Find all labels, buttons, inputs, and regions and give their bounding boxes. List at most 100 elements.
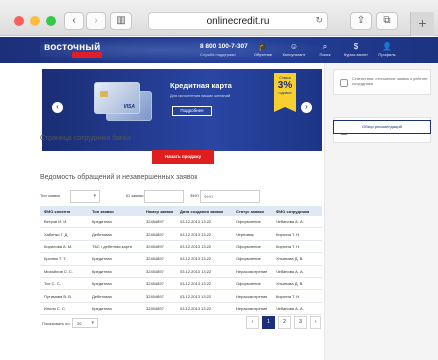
table-cell: 32454897	[146, 268, 164, 274]
start-sale-button[interactable]: Начать продажу	[152, 150, 214, 164]
share-icon: ⇪	[356, 15, 366, 26]
pagination-prev-button[interactable]: ‹	[246, 316, 259, 329]
table-cell: 32454897	[146, 219, 164, 225]
id-filter-input[interactable]	[144, 190, 184, 203]
page-title: Страница сотрудника банка	[40, 135, 131, 142]
per-page-select[interactable]: 20 ▾	[72, 318, 98, 328]
table-cell: Тих С. С.	[44, 281, 61, 287]
tabs-overview-button[interactable]: ⧉	[376, 12, 398, 30]
nav-search[interactable]: ⌕ Поиск	[310, 41, 340, 58]
table-row[interactable]: Ветров И. И. Кредитная 32454897 03.12.2013 …	[40, 216, 322, 229]
sidebar-toggle-button[interactable]: ▥	[110, 12, 132, 30]
credit-card-image: VISA	[94, 82, 140, 114]
table-cell: Киргина Т. Н.	[276, 231, 301, 237]
close-window-button[interactable]	[14, 16, 24, 26]
type-filter-label: Тип заявки	[40, 193, 61, 198]
table-cell: 32454897	[146, 281, 164, 287]
column-header[interactable]: ФИО клиента	[44, 206, 70, 216]
table-row[interactable]: Тих С. С. Кредитная 32454897 03.12.2013 13:…	[40, 278, 322, 291]
nav-search-label: Поиск	[319, 52, 331, 57]
nav-consultant[interactable]: ☺ Консультант	[279, 41, 309, 58]
table-row[interactable]: Михайлов С. С. Кредитная 32454897 03.12.201…	[40, 266, 322, 278]
table-cell: Ульянова Д. В.	[276, 256, 304, 262]
table-row[interactable]: Путимова В. В. Дебетовая 32454897 03.12.201…	[40, 290, 322, 303]
share-button[interactable]: ⇪	[350, 12, 372, 30]
carousel-prev-button[interactable]: ‹	[52, 102, 63, 113]
chevron-right-icon: ›	[94, 15, 98, 26]
fio-filter-label: ФИО	[190, 193, 200, 198]
table-cell: Ульянова Д. В.	[276, 281, 304, 287]
pagination-page[interactable]: 3	[294, 316, 307, 329]
table-cell: 03.12.2013 13:22	[180, 281, 212, 287]
table-cell: Кирилова А. М.	[44, 243, 73, 249]
support-phone: 8 800 100-7-307	[200, 43, 248, 50]
table-cell: Чебанова А. А.	[276, 219, 304, 225]
right-panel: Статистика: отношение заявок к рейтинг с…	[324, 63, 438, 360]
sidebar-icon: ▥	[116, 15, 126, 26]
pagination-page[interactable]: 2	[278, 316, 291, 329]
carousel-next-button[interactable]: ›	[301, 102, 312, 113]
reload-icon[interactable]: ↻	[315, 15, 323, 26]
address-bar[interactable]: onlinecredit.ru ↻	[148, 12, 328, 30]
support-phone-note: Служба поддержки	[200, 52, 236, 57]
column-header[interactable]: Тип заявки	[92, 206, 114, 216]
column-header[interactable]: ФИО сотрудника	[276, 206, 309, 216]
nav-currency[interactable]: $ Курсы валют	[341, 41, 371, 58]
visa-logo: VISA	[123, 104, 135, 110]
type-filter-select[interactable]: ▾	[70, 190, 100, 203]
nav-training-label: Обучение	[253, 52, 273, 57]
main-content: VISA Кредитная карта Для исполнения ваши…	[34, 63, 322, 360]
table-cell: Дебетовая	[92, 231, 112, 237]
column-header[interactable]: Дата создания заявки	[180, 206, 223, 216]
nav-training[interactable]: 🎓 Обучение	[248, 41, 278, 58]
nav-consultant-label: Консультант	[282, 52, 306, 57]
maximize-window-button[interactable]	[46, 16, 56, 26]
table-cell: 03.12.2013 13:22	[180, 268, 212, 274]
table-cell: Михайлов С. С.	[44, 268, 73, 274]
pagination-page[interactable]: 1	[262, 316, 275, 329]
per-page-value: 20	[77, 321, 82, 326]
tabs-icon: ⧉	[383, 15, 391, 26]
table-row[interactable]: Кирилова А. М. ТБС / дебетная карта 324548…	[40, 241, 322, 254]
new-tab-button[interactable]: +	[410, 12, 434, 36]
table-cell: Киргина Т. Н.	[276, 243, 301, 249]
table-cell: Чебанова А. А.	[276, 305, 304, 311]
table-row[interactable]: Иноля С. С. Кредитная 32454897 03.12.2013 1…	[40, 303, 322, 316]
id-filter-label: ID заявки	[126, 193, 144, 198]
site-header: восточный 8 800 100-7-307 Служба поддерж…	[0, 37, 438, 63]
table-cell: 32454897	[146, 256, 164, 262]
column-header[interactable]: Статус заявки	[236, 206, 264, 216]
table-cell: 03.12.2013 13:22	[180, 305, 212, 311]
nav-currency-label: Курсы валют	[344, 52, 368, 57]
minimize-window-button[interactable]	[30, 16, 40, 26]
rate-badge: Ставка 3% годовых	[274, 73, 296, 112]
chart-icon	[340, 79, 348, 87]
fio-filter-input[interactable]: ФИО	[200, 190, 260, 203]
table-cell: 03.12.2013 13:22	[180, 256, 212, 262]
recommendations-button[interactable]: Обзор рекомендаций	[333, 120, 431, 134]
table-cell: Оформление	[236, 219, 261, 225]
table-cell: Оформление	[236, 243, 261, 249]
table-cell: Киргина Т. Н.	[276, 293, 301, 299]
column-header[interactable]: Номер заявки	[146, 206, 173, 216]
chevron-left-icon: ‹	[72, 15, 76, 26]
table-cell: Кредитная	[92, 305, 112, 311]
pagination-next-button[interactable]: ›	[310, 316, 321, 329]
table-cell: Кредитная	[92, 256, 112, 262]
table-row[interactable]: Хабенко Г. Д. Дебетовая 32454897 03.12.2013…	[40, 228, 322, 241]
banner-title: Кредитная карта	[170, 81, 232, 90]
table-row[interactable]: Кролюк Т. Т. Кредитная 32454897 03.12.2013 …	[40, 253, 322, 266]
table-cell: 03.12.2013 13:22	[180, 293, 212, 299]
forward-button[interactable]: ›	[86, 12, 106, 30]
statistics-card[interactable]: Статистика: отношение заявок к рейтинг с…	[333, 69, 431, 95]
fio-filter-placeholder: ФИО	[204, 194, 214, 199]
url-text: onlinecredit.ru	[206, 16, 270, 27]
table-cell: Хабенко Г. Д.	[44, 231, 69, 237]
banner-details-button[interactable]: Подробнее	[172, 106, 212, 116]
table-cell: Нерассмотрение	[236, 305, 268, 311]
logo-underline	[72, 52, 102, 58]
back-button[interactable]: ‹	[64, 12, 84, 30]
per-page-label: Показывать по:	[42, 321, 71, 326]
nav-profile[interactable]: 👤 Профиль	[372, 41, 402, 58]
chevron-down-icon: ▾	[91, 320, 94, 326]
